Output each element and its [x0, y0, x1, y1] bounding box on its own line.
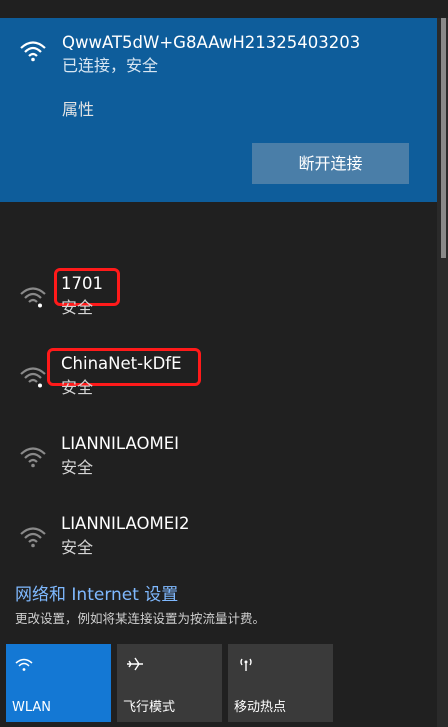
wifi-signal-icon — [20, 367, 46, 388]
wifi-signal-icon — [20, 287, 46, 308]
wifi-icon — [15, 658, 33, 671]
tile-label: 飞行模式 — [123, 700, 176, 715]
hotspot-icon — [240, 658, 252, 671]
network-ssid: ChinaNet-kDfE — [61, 354, 182, 373]
network-ssid: LIANNILAOMEI — [61, 434, 179, 453]
scrollbar-thumb[interactable] — [441, 18, 446, 258]
tile-label: 移动热点 — [234, 700, 287, 715]
network-ssid: 1701 — [61, 274, 103, 293]
wlan-tile[interactable]: WLAN — [6, 644, 111, 722]
network-item-lianni[interactable]: LIANNILAOMEI 安全 — [0, 424, 437, 500]
network-item-lianni2[interactable]: LIANNILAOMEI2 安全 — [0, 504, 437, 580]
network-item-chinanet[interactable]: ChinaNet-kDfE 安全 — [0, 344, 437, 420]
network-security: 安全 — [61, 378, 94, 397]
network-security: 安全 — [61, 458, 94, 477]
network-security: 安全 — [61, 538, 94, 557]
wifi-connected-icon — [20, 41, 46, 62]
mobile-hotspot-tile[interactable]: 移动热点 — [228, 644, 333, 722]
network-security: 安全 — [61, 298, 94, 317]
connected-network-status: 已连接，安全 — [62, 56, 159, 75]
connected-network-card[interactable]: QwwAT5dW+G8AAwH21325403203 已连接，安全 属性 断开连… — [0, 18, 437, 202]
network-flyout: QwwAT5dW+G8AAwH21325403203 已连接，安全 属性 断开连… — [0, 0, 448, 727]
wifi-signal-icon — [20, 527, 46, 548]
airplane-mode-tile[interactable]: 飞行模式 — [117, 644, 222, 722]
network-settings-description: 更改设置，例如将某连接设置为按流量计费。 — [15, 611, 266, 626]
airplane-icon — [127, 657, 143, 671]
properties-link[interactable]: 属性 — [62, 100, 94, 120]
network-settings-link[interactable]: 网络和 Internet 设置 — [15, 584, 178, 606]
disconnect-button[interactable]: 断开连接 — [252, 143, 409, 184]
connected-network-ssid: QwwAT5dW+G8AAwH21325403203 — [62, 33, 361, 52]
network-item-1701[interactable]: 1701 安全 — [0, 264, 437, 340]
tile-label: WLAN — [12, 700, 52, 715]
wifi-signal-icon — [20, 447, 46, 468]
network-ssid: LIANNILAOMEI2 — [61, 514, 190, 533]
